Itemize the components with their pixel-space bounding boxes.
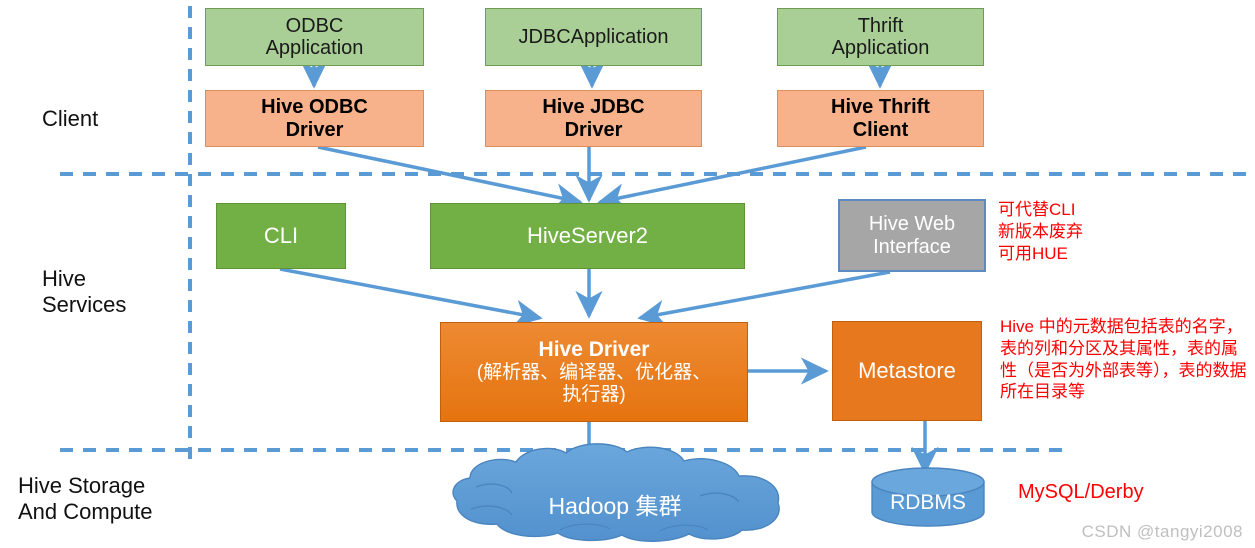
zone-label-hive-storage-line2: And Compute (18, 498, 153, 524)
hive-jdbc-driver-label: Hive JDBC Driver (542, 96, 645, 141)
jdbc-application-label: JDBCApplication (518, 25, 669, 48)
diagram-canvas: Client Hive Services Hive Storage And Co… (0, 0, 1255, 548)
hive-web-interface-note-line1: 可代替CLI (998, 200, 1076, 219)
odbc-application-label: ODBC Application (265, 14, 364, 59)
rdbms-label: RDBMS (890, 491, 966, 514)
metastore-box[interactable]: Metastore (832, 321, 982, 421)
zone-label-client-text: Client (42, 106, 99, 131)
arrow-odbc-driver-to-hiveserver2 (317, 145, 583, 211)
hive-driver-title: Hive Driver (538, 337, 650, 361)
thrift-application-box[interactable]: Thrift Application (777, 8, 984, 66)
arrow-cli-to-hive-driver (279, 267, 543, 327)
hive-web-interface-label: Hive Web Interface (868, 213, 956, 258)
cli-label: CLI (263, 222, 299, 248)
hiveserver2-box[interactable]: HiveServer2 (430, 203, 745, 269)
jdbc-application-box[interactable]: JDBCApplication (485, 8, 702, 66)
cli-box[interactable]: CLI (216, 203, 346, 269)
rdbms-note: MySQL/Derby (1018, 480, 1144, 506)
hiveserver2-label: HiveServer2 (526, 222, 649, 248)
arrow-web-interface-to-hive-driver (637, 270, 891, 327)
zone-label-hive-services: Hive Services (42, 266, 126, 318)
metastore-note: Hive 中的元数据包括表的名字，表的列和分区及其属性，表的属性（是否为外部表等… (1000, 316, 1250, 403)
hive-jdbc-driver-box[interactable]: Hive JDBC Driver (485, 90, 702, 147)
thrift-application-label: Thrift Application (831, 14, 930, 59)
watermark: CSDN @tangyi2008 (1081, 522, 1243, 541)
hive-driver-box[interactable]: Hive Driver (解析器、编译器、优化器、 执行器) (440, 322, 748, 422)
zone-label-hive-services-line2: Services (42, 291, 127, 317)
odbc-application-box[interactable]: ODBC Application (205, 8, 424, 66)
zone-label-hive-storage-line1: Hive Storage (18, 473, 146, 498)
hive-thrift-client-label: Hive Thrift Client (831, 96, 930, 141)
hive-odbc-driver-box[interactable]: Hive ODBC Driver (205, 90, 424, 147)
metastore-note-text: Hive 中的元数据包括表的名字，表的列和分区及其属性，表的属性（是否为外部表等… (1000, 317, 1247, 402)
hive-odbc-driver-label: Hive ODBC Driver (261, 96, 368, 141)
hive-driver-subtitle-line2: 执行器) (562, 384, 626, 406)
rdbms-note-text: MySQL/Derby (1018, 481, 1144, 503)
hive-driver-subtitle-line1: (解析器、编译器、优化器、 (476, 362, 712, 384)
hive-web-interface-note-line2: 新版本废弃 (998, 221, 1083, 241)
hive-web-interface-box[interactable]: Hive Web Interface (838, 199, 986, 272)
zone-label-hive-services-line1: Hive (42, 266, 87, 291)
connector-layer (60, 6, 1255, 542)
hive-thrift-client-box[interactable]: Hive Thrift Client (777, 90, 984, 147)
zone-label-hive-storage: Hive Storage And Compute (18, 473, 153, 525)
metastore-label: Metastore (858, 357, 956, 383)
zone-label-client: Client (42, 106, 98, 132)
hive-web-interface-note-line3: 可用HUE (998, 243, 1068, 263)
hadoop-cluster-label: Hadoop 集群 (548, 493, 682, 519)
hive-web-interface-note: 可代替CLI 新版本废弃 可用HUE (998, 199, 1178, 264)
